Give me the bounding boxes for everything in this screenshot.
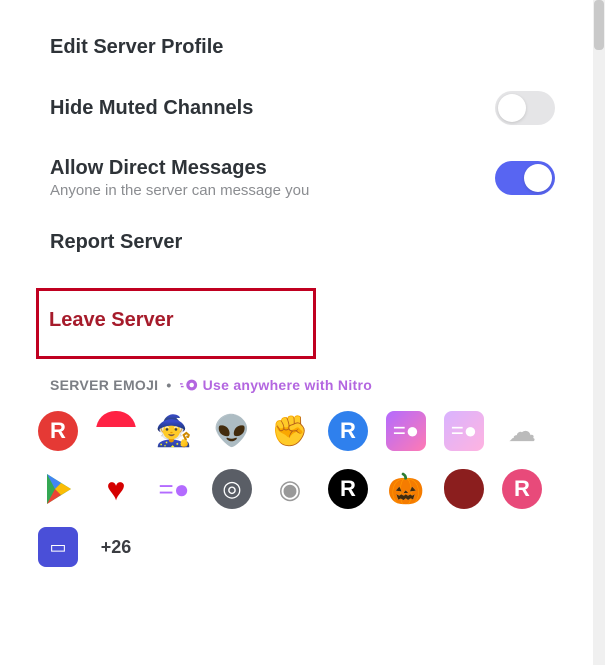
server-emoji-header: SERVER EMOJI • Use anywhere with Nitro xyxy=(50,377,555,393)
scrollbar-thumb[interactable] xyxy=(594,0,604,50)
toggle-knob-icon xyxy=(524,164,552,192)
hide-muted-channels-item[interactable]: Hide Muted Channels xyxy=(50,75,555,141)
emoji-bluebox[interactable]: ▭ xyxy=(38,527,78,567)
nitro-icon xyxy=(180,378,198,392)
emoji-heart[interactable]: ♥ xyxy=(96,469,136,509)
allow-direct-messages-item[interactable]: Allow Direct Messages Anyone in the serv… xyxy=(50,141,555,215)
leave-server-label: Leave Server xyxy=(49,309,303,332)
emoji-pumpkin[interactable]: 🎃 xyxy=(386,469,426,509)
leave-server-highlight: Leave Server xyxy=(36,288,316,359)
play-icon xyxy=(41,472,75,506)
emoji-nitro-light[interactable]: =● xyxy=(444,411,484,451)
edit-server-profile-label: Edit Server Profile xyxy=(50,36,555,59)
emoji-nitro-pink[interactable]: =● xyxy=(386,411,426,451)
emoji-eye[interactable]: ◉ xyxy=(270,469,310,509)
emoji-wizard[interactable]: 🧙 xyxy=(154,411,194,451)
emoji-blue-r[interactable]: R xyxy=(328,411,368,451)
separator-dot: • xyxy=(166,377,171,393)
allow-dm-toggle[interactable] xyxy=(495,161,555,195)
hide-muted-toggle[interactable] xyxy=(495,91,555,125)
emoji-nitro-swirl[interactable]: =● xyxy=(154,469,194,509)
allow-dm-description: Anyone in the server can message you xyxy=(50,182,309,199)
edit-server-profile-item[interactable]: Edit Server Profile xyxy=(50,20,555,75)
emoji-black-r[interactable]: R xyxy=(328,469,368,509)
leave-server-item[interactable]: Leave Server xyxy=(49,309,303,332)
emoji-more-count[interactable]: +26 xyxy=(96,527,136,567)
report-server-label: Report Server xyxy=(50,231,555,254)
emoji-grid: R 🧙 👽 ✊ R =● =● ☁ ♥ =● ◎ ◉ R 🎃 R ▭ +26 xyxy=(38,411,555,567)
report-server-item[interactable]: Report Server xyxy=(50,215,555,270)
emoji-mushroom[interactable] xyxy=(96,411,136,451)
toggle-knob-icon xyxy=(498,94,526,122)
nitro-promo[interactable]: Use anywhere with Nitro xyxy=(180,377,373,393)
server-emoji-title: SERVER EMOJI xyxy=(50,377,158,393)
nitro-promo-text: Use anywhere with Nitro xyxy=(203,377,373,393)
emoji-target[interactable]: ◎ xyxy=(212,469,252,509)
emoji-fist[interactable]: ✊ xyxy=(270,411,310,451)
emoji-ghost[interactable]: ☁ xyxy=(502,411,542,451)
allow-dm-label: Allow Direct Messages xyxy=(50,157,309,180)
emoji-play[interactable] xyxy=(38,469,78,509)
emoji-pink-r[interactable]: R xyxy=(502,469,542,509)
emoji-blob[interactable] xyxy=(444,469,484,509)
emoji-red-r[interactable]: R xyxy=(38,411,78,451)
hide-muted-channels-label: Hide Muted Channels xyxy=(50,97,253,120)
emoji-alien[interactable]: 👽 xyxy=(212,411,252,451)
scrollbar-track[interactable] xyxy=(593,0,605,665)
